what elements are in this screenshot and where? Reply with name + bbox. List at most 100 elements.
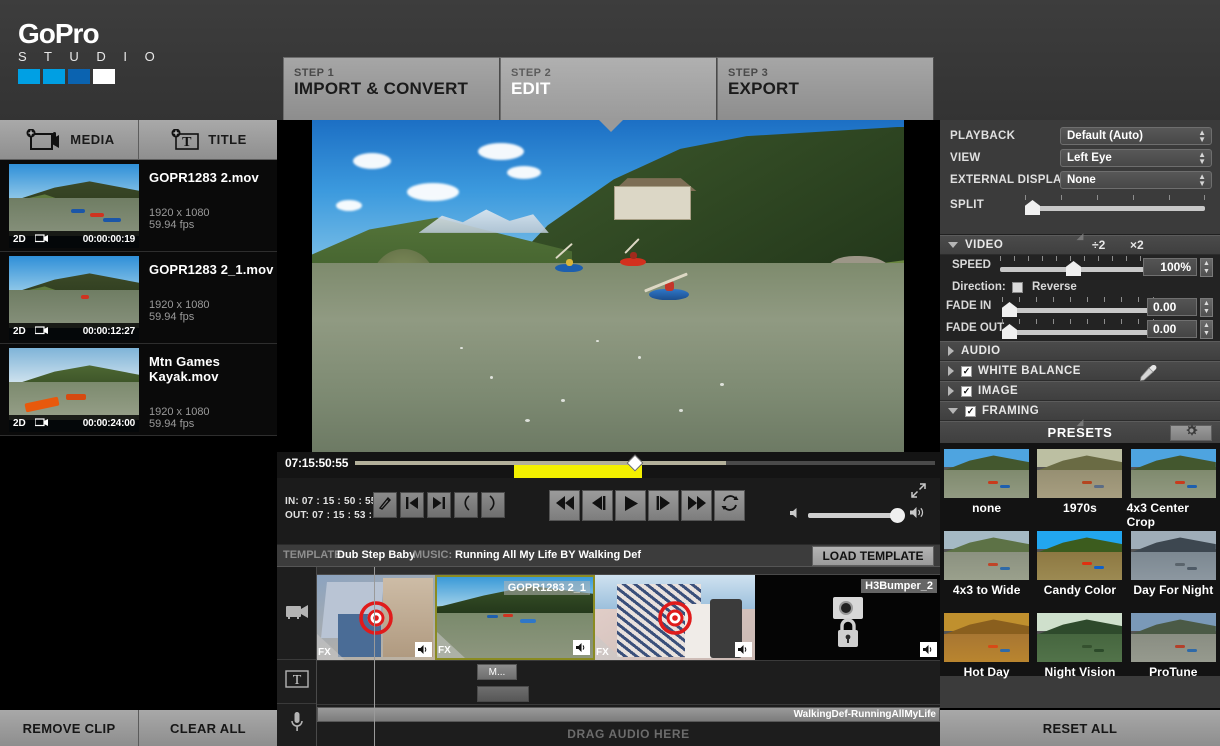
list-item[interactable]: 2D 00:00:00:19 GOPR1283 2.mov 1920 x 108… — [0, 160, 277, 252]
scrubber-selection-range[interactable] — [514, 465, 642, 478]
brand-subtitle: S T U D I O — [18, 49, 258, 64]
playback-select[interactable]: Default (Auto) ▲▼ — [1060, 127, 1212, 145]
tab-media[interactable]: MEDIA — [0, 120, 139, 160]
tab-step-3-export[interactable]: STEP 3 EXPORT — [717, 57, 934, 120]
video-preview[interactable] — [277, 120, 940, 452]
list-item[interactable]: 2D 00:00:24:00 Mtn Games Kayak.mov 1920 … — [0, 344, 277, 436]
speaker-icon[interactable] — [920, 642, 937, 657]
speaker-icon[interactable] — [573, 640, 590, 655]
remove-clip-button[interactable]: REMOVE CLIP — [0, 710, 139, 746]
audio-clip[interactable]: WalkingDef-RunningAllMyLife — [317, 707, 940, 722]
preset-item[interactable]: Candy Color — [1033, 531, 1126, 613]
presets-settings-button[interactable] — [1170, 425, 1212, 441]
step-forward-button[interactable] — [648, 490, 679, 521]
fade-in-value-field[interactable]: 0.00 — [1147, 298, 1197, 316]
fade-out-stepper[interactable]: ▲▼ — [1200, 320, 1213, 339]
resize-grip[interactable]: ◢ — [1077, 417, 1084, 428]
title-clip[interactable]: M... — [477, 664, 517, 680]
tab-step-2-edit[interactable]: STEP 2 EDIT — [500, 57, 717, 120]
split-clip-button[interactable] — [373, 492, 397, 518]
split-slider-knob[interactable] — [1025, 200, 1040, 215]
mark-in-button[interactable] — [400, 492, 424, 518]
timeline-ruler[interactable] — [317, 567, 940, 575]
volume-mute-icon[interactable] — [789, 506, 802, 524]
preset-item[interactable]: Day For Night — [1127, 531, 1220, 613]
fade-out-value-field[interactable]: 0.00 — [1147, 320, 1197, 338]
step-back-button[interactable] — [582, 490, 613, 521]
clear-all-button[interactable]: CLEAR ALL — [139, 710, 277, 746]
volume-slider-knob[interactable] — [890, 508, 905, 523]
image-checkbox[interactable]: ✓ — [961, 386, 972, 397]
preset-item[interactable]: 4x3 Center Crop — [1127, 449, 1220, 531]
section-header-video[interactable]: ◢ VIDEO ÷2 ×2 — [940, 235, 1220, 255]
fade-out-slider-knob[interactable] — [1002, 324, 1017, 339]
white-balance-checkbox[interactable]: ✓ — [961, 366, 972, 377]
resize-grip[interactable]: ◢ — [1077, 231, 1084, 242]
fade-in-slider[interactable] — [1002, 302, 1154, 316]
audio-section-title: AUDIO — [961, 345, 1001, 357]
preview-scrubber[interactable]: 07:15:50:55 — [277, 452, 940, 478]
tab-media-label: MEDIA — [70, 132, 114, 147]
chevron-updown-icon: ▲▼ — [1198, 151, 1206, 165]
play-button[interactable] — [615, 490, 646, 521]
load-template-button[interactable]: LOAD TEMPLATE — [812, 546, 934, 566]
preset-item[interactable]: 1970s — [1033, 449, 1126, 531]
speed-value-field[interactable]: 100% — [1143, 258, 1197, 276]
speaker-icon[interactable] — [735, 642, 752, 657]
speed-slider[interactable] — [1000, 261, 1145, 275]
framing-checkbox[interactable]: ✓ — [965, 406, 976, 417]
section-header-white-balance[interactable]: ✓ WHITE BALANCE — [940, 361, 1220, 381]
timeline-clip[interactable]: FX — [595, 575, 755, 660]
view-select[interactable]: Left Eye ▲▼ — [1060, 149, 1212, 167]
preset-item[interactable]: none — [940, 449, 1033, 531]
preset-item[interactable]: 4x3 to Wide — [940, 531, 1033, 613]
loop-button[interactable] — [714, 490, 745, 521]
preset-item[interactable]: ProTune — [1127, 613, 1220, 695]
rewind-button[interactable] — [549, 490, 580, 521]
volume-control[interactable] — [789, 506, 926, 524]
section-header-image[interactable]: ✓ IMAGE — [940, 381, 1220, 401]
scrubber-track[interactable] — [355, 461, 935, 465]
preset-item[interactable]: Hot Day — [940, 613, 1033, 695]
goto-out-button[interactable] — [481, 492, 505, 518]
timeline-clip[interactable]: H3Bumper_2 — [755, 575, 940, 660]
track-header-audio[interactable] — [277, 703, 316, 745]
fade-in-stepper[interactable]: ▲▼ — [1200, 298, 1213, 317]
speaker-icon[interactable] — [415, 642, 432, 657]
chevron-right-icon — [948, 366, 954, 376]
tab-step-1-import-convert[interactable]: STEP 1 IMPORT & CONVERT — [283, 57, 500, 120]
fade-in-slider-knob[interactable] — [1002, 302, 1017, 317]
view-row: VIEW Left Eye ▲▼ — [940, 147, 1220, 169]
volume-max-icon[interactable] — [909, 506, 926, 524]
track-header-video[interactable] — [277, 567, 316, 659]
split-slider[interactable] — [1025, 200, 1205, 214]
media-panel-actions: REMOVE CLIP CLEAR ALL — [0, 708, 277, 746]
reverse-checkbox[interactable] — [1012, 282, 1023, 293]
media-dimension: 2D — [13, 234, 26, 245]
preset-item[interactable]: Night Vision — [1033, 613, 1126, 695]
speed-double-button[interactable]: ×2 — [1130, 238, 1144, 252]
title-track[interactable]: M... — [317, 660, 940, 704]
tab-title[interactable]: T TITLE — [139, 120, 277, 160]
list-item[interactable]: 2D 00:00:12:27 GOPR1283 2_1.mov 1920 x 1… — [0, 252, 277, 344]
goto-in-button[interactable] — [454, 492, 478, 518]
external-display-select[interactable]: None ▲▼ — [1060, 171, 1212, 189]
reset-all-button[interactable]: RESET ALL — [940, 708, 1220, 746]
timeline-clip[interactable]: FX — [317, 575, 435, 660]
mark-out-button[interactable] — [427, 492, 451, 518]
speed-halve-button[interactable]: ÷2 — [1092, 238, 1105, 252]
speed-stepper[interactable]: ▲▼ — [1200, 258, 1213, 277]
track-header-title[interactable]: T — [277, 659, 316, 703]
fade-out-slider[interactable] — [1002, 324, 1154, 338]
preset-label: 1970s — [1063, 501, 1097, 515]
fullscreen-button[interactable] — [911, 483, 926, 503]
audio-clip-name: WalkingDef-RunningAllMyLife — [794, 709, 939, 720]
timeline-playhead[interactable] — [374, 567, 375, 746]
title-clip-secondary[interactable] — [477, 686, 529, 702]
speed-slider-knob[interactable] — [1066, 261, 1081, 276]
fast-forward-button[interactable] — [681, 490, 712, 521]
volume-slider[interactable] — [808, 513, 903, 518]
section-header-audio[interactable]: AUDIO — [940, 341, 1220, 361]
audio-track[interactable]: WalkingDef-RunningAllMyLife DRAG AUDIO H… — [317, 704, 940, 746]
timeline-clip-selected[interactable]: GOPR1283 2_1 FX — [435, 575, 595, 660]
